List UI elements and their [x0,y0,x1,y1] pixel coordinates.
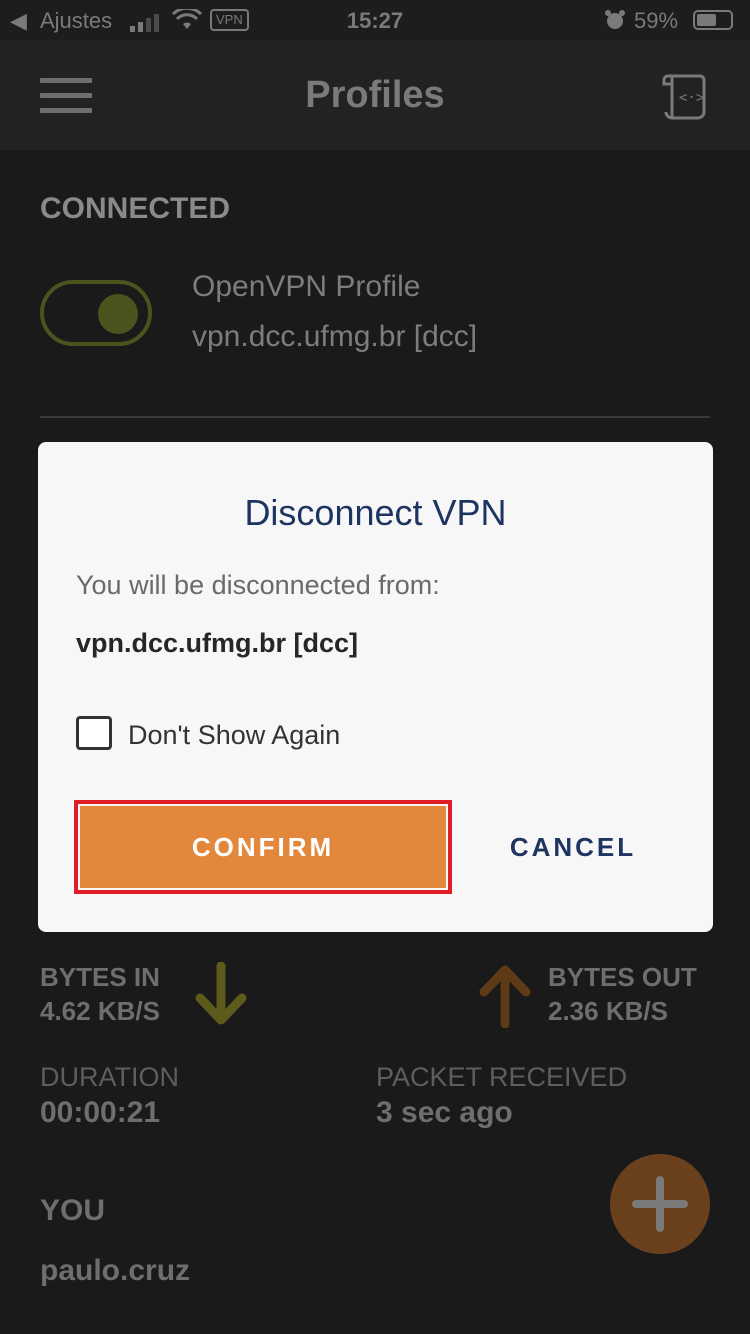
add-profile-button[interactable] [610,1154,710,1254]
confirm-button[interactable]: CONFIRM [74,800,452,894]
upload-arrow-icon [479,965,531,1028]
dialog-message: You will be disconnected from: [76,570,440,600]
duration-label: DURATION [40,1062,179,1092]
dont-show-again-checkbox[interactable] [76,716,112,750]
vpn-connection-toggle[interactable] [40,280,152,346]
username: paulo.cruz [40,1254,191,1287]
profile-server[interactable]: vpn.dcc.ufmg.br [dcc] [192,320,477,354]
duration-value: 00:00:21 [40,1096,161,1129]
connected-section-label: CONNECTED [40,192,231,225]
cancel-button[interactable]: CANCEL [498,822,648,872]
you-label: YOU [40,1194,106,1227]
download-arrow-icon [195,962,247,1025]
import-profile-icon[interactable]: <·> [660,72,710,120]
dont-show-again-label[interactable]: Don't Show Again [128,720,340,751]
disconnect-dialog: Disconnect VPN You will be disconnected … [38,442,713,932]
bytes-out-label: BYTES OUT [548,962,697,992]
page-title: Profiles [305,74,445,116]
bytes-in-label: BYTES IN [40,962,160,992]
bytes-in-value: 4.62 KB/S [40,996,160,1026]
battery-icon [693,10,733,30]
bytes-out-value: 2.36 KB/S [548,996,668,1026]
svg-text:<·>: <·> [679,90,704,106]
divider [40,416,710,418]
packet-received-label: PACKET RECEIVED [376,1062,628,1092]
alarm-icon [605,10,625,29]
confirm-button-label: CONFIRM [80,806,446,888]
app-header: Profiles <·> [0,40,750,150]
toggle-knob [98,294,138,334]
dialog-server: vpn.dcc.ufmg.br [dcc] [76,628,359,658]
battery-percentage: 59% [634,8,679,33]
plus-icon [632,1176,688,1232]
dialog-title: Disconnect VPN [244,492,507,533]
profile-name[interactable]: OpenVPN Profile [192,270,420,304]
status-bar: ◀ Ajustes VPN 15:27 59% [0,0,750,40]
packet-received-value: 3 sec ago [376,1096,513,1129]
battery-level [697,14,716,26]
